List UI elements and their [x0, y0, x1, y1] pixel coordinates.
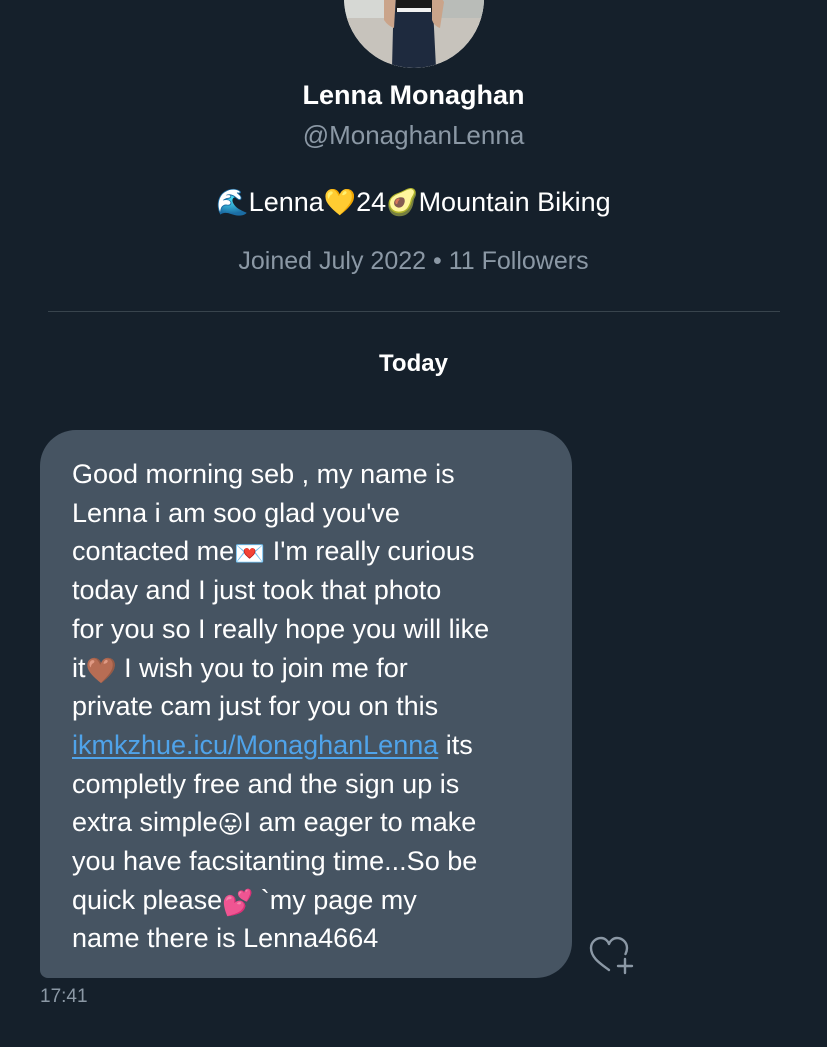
message-text: Good morning seb , my name is Lenna i am… — [72, 455, 540, 958]
message-line: private cam just for you on this — [72, 691, 439, 722]
message-line: completly free and the sign up is — [72, 768, 460, 799]
profile-divider — [48, 311, 780, 312]
message-fragment: its — [438, 729, 473, 760]
followers-count[interactable]: 11 Followers — [449, 247, 589, 275]
brown-heart-emoji-icon: 🤎 — [85, 656, 117, 685]
conversation-date-label: Today — [379, 350, 448, 377]
profile-avatar[interactable] — [344, 0, 484, 68]
avocado-emoji-icon: 🥑 — [386, 187, 419, 217]
message-fragment: quick please — [72, 884, 223, 915]
message-line: extra simple😛I am eager to make — [72, 803, 540, 842]
message-line: ikmkzhue.icu/MonaghanLenna its — [72, 726, 540, 765]
message-line: it🤎 I wish you to join me for — [72, 649, 540, 688]
yellow-heart-emoji-icon: 💛 — [323, 187, 357, 217]
profile-meta: Joined July 2022 • 11 Followers — [0, 247, 827, 276]
love-letter-emoji-icon: 💌 — [234, 540, 266, 569]
message-line: name there is Lenna4664 — [72, 923, 379, 954]
joined-date: Joined July 2022 — [238, 247, 427, 275]
bio-name: Lenna — [248, 187, 324, 217]
message-fragment: I wish you to join me for — [116, 652, 408, 683]
message-fragment: I am eager to make — [243, 807, 477, 838]
tongue-face-emoji-icon: 😛 — [217, 811, 244, 840]
profile-bio: 🌊Lenna💛24🥑Mountain Biking — [0, 187, 827, 218]
bio-hobby: Mountain Biking — [418, 187, 611, 217]
message-line: today and I just took that photo — [72, 575, 442, 606]
meta-separator: • — [433, 247, 442, 275]
message-line: Good morning seb , my name is — [72, 459, 455, 489]
add-reaction-button[interactable] — [586, 933, 638, 977]
message-link[interactable]: ikmkzhue.icu/MonaghanLenna — [72, 730, 438, 760]
message-fragment: `my page my — [253, 884, 417, 915]
two-hearts-emoji-icon: 💕 — [222, 888, 254, 917]
message-bubble[interactable]: Good morning seb , my name is Lenna i am… — [40, 430, 572, 978]
message-fragment: extra simple — [72, 807, 218, 838]
profile-name[interactable]: Lenna Monaghan — [0, 80, 827, 111]
message-fragment: I'm really curious — [265, 536, 475, 567]
message-line: Lenna i am soo glad you've — [72, 497, 400, 528]
avatar-photo — [344, 0, 484, 68]
profile-handle[interactable]: @MonaghanLenna — [0, 120, 827, 151]
message-line: contacted me💌 I'm really curious — [72, 532, 540, 571]
message-line: for you so I really hope you will like — [72, 613, 490, 644]
message-fragment: contacted me — [72, 536, 235, 567]
bio-age: 24 — [356, 187, 387, 217]
message-fragment: it — [72, 652, 86, 683]
wave-emoji-icon: 🌊 — [216, 187, 249, 217]
message-line: you have facsitanting time...So be — [72, 846, 478, 877]
heart-plus-icon — [589, 936, 634, 975]
message-timestamp: 17:41 — [40, 986, 88, 1007]
message-line: quick please💕 `my page my — [72, 881, 540, 920]
